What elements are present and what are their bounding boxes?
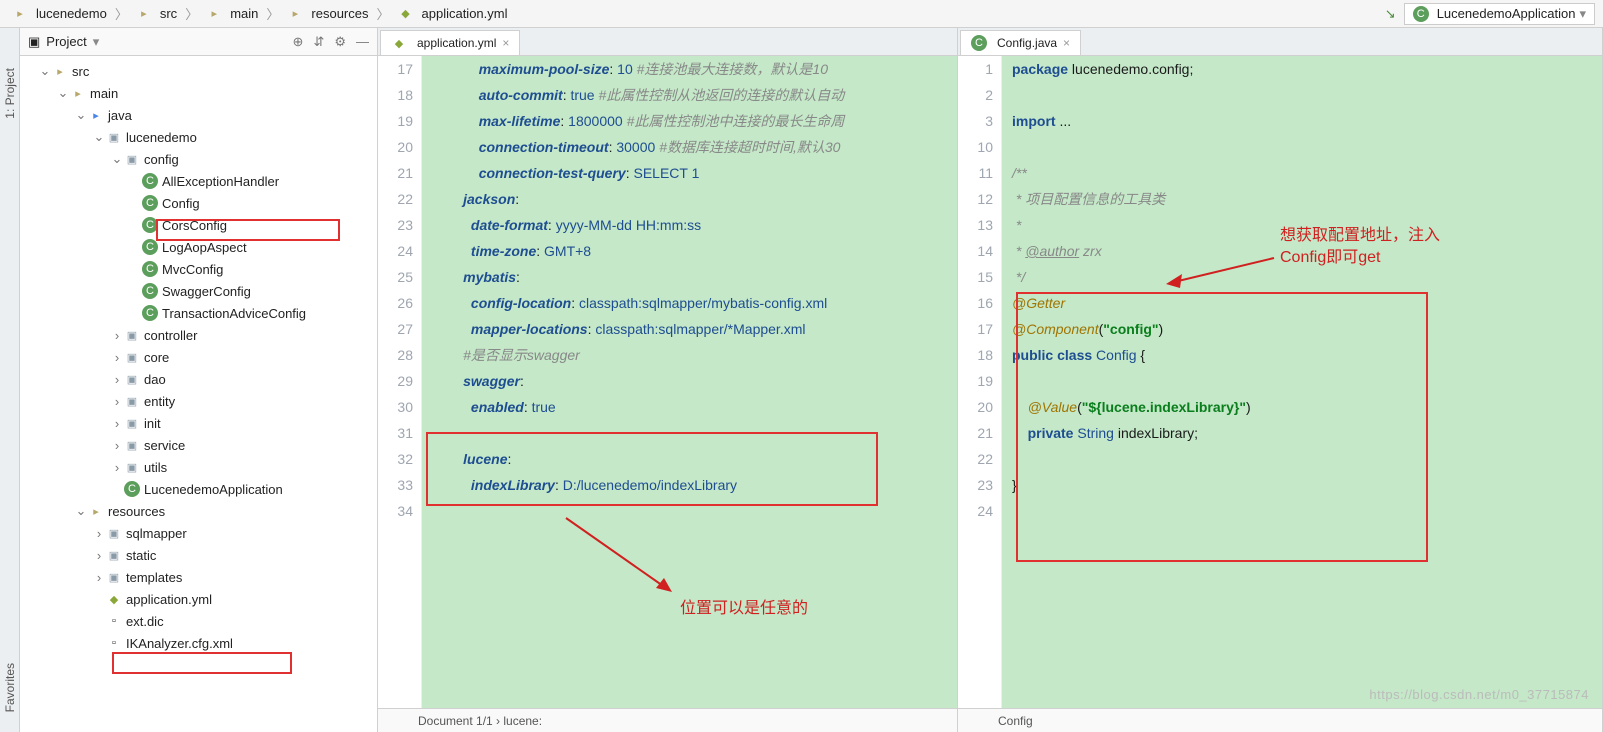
- breadcrumb-item[interactable]: ▸resources: [283, 4, 372, 24]
- tree-item[interactable]: ⌄▸main: [20, 82, 377, 104]
- tree-item[interactable]: ⌄▸src: [20, 60, 377, 82]
- tree-item[interactable]: ›▣entity: [20, 390, 377, 412]
- tree-item[interactable]: ⌄▣config: [20, 148, 377, 170]
- tab-application-yml[interactable]: ◆ application.yml ×: [380, 30, 520, 55]
- yml-code-area[interactable]: 171819202122232425262728293031323334 max…: [378, 56, 957, 708]
- chevron-down-icon[interactable]: ▾: [93, 34, 100, 50]
- tab-config-java[interactable]: C Config.java ×: [960, 30, 1081, 55]
- java-gutter: 123101112131415161718192021222324: [958, 56, 1002, 708]
- tree-item[interactable]: ›▣utils: [20, 456, 377, 478]
- tree-item[interactable]: CSwaggerConfig: [20, 280, 377, 302]
- tree-item[interactable]: ›▣init: [20, 412, 377, 434]
- tree-item[interactable]: ▫ext.dic: [20, 610, 377, 632]
- tree-item[interactable]: ⌄▣lucenedemo: [20, 126, 377, 148]
- tree-item[interactable]: ›▣static: [20, 544, 377, 566]
- watermark: https://blog.csdn.net/m0_37715874: [1369, 687, 1589, 702]
- project-icon: ▣: [28, 34, 40, 50]
- breadcrumb-item[interactable]: ▸main: [202, 4, 262, 24]
- yml-icon: ◆: [391, 35, 407, 51]
- class-icon: C: [971, 35, 987, 51]
- tree-item[interactable]: ⌄▸java: [20, 104, 377, 126]
- project-tool-tab[interactable]: 1: Project: [3, 68, 17, 119]
- yml-gutter: 171819202122232425262728293031323334: [378, 56, 422, 708]
- breadcrumb-bar: ▸lucenedemo〉▸src〉▸main〉▸resources〉◆appli…: [0, 0, 1603, 28]
- close-icon[interactable]: ×: [502, 36, 509, 50]
- build-icon[interactable]: ↘: [1385, 6, 1396, 22]
- breadcrumb-item[interactable]: ▸lucenedemo: [8, 4, 111, 24]
- collapse-icon[interactable]: ⊕: [293, 34, 304, 50]
- run-icon: C: [1413, 6, 1429, 22]
- annotation-2: 想获取配置地址，注入Config即可get: [1280, 225, 1440, 269]
- java-code-area[interactable]: 123101112131415161718192021222324 packag…: [958, 56, 1602, 708]
- run-config-name: LucenedemoApplication: [1437, 6, 1576, 21]
- breadcrumb: ▸lucenedemo〉▸src〉▸main〉▸resources〉◆appli…: [8, 4, 1385, 24]
- tree-item[interactable]: ›▣sqlmapper: [20, 522, 377, 544]
- project-panel: ▣ Project ▾ ⊕ ⇵ ⚙ — ⌄▸src⌄▸main⌄▸java⌄▣l…: [20, 28, 378, 732]
- project-header: ▣ Project ▾ ⊕ ⇵ ⚙ —: [20, 28, 377, 56]
- yml-status: Document 1/1 › lucene:: [418, 714, 542, 728]
- tree-item[interactable]: ›▣dao: [20, 368, 377, 390]
- tree-item[interactable]: ›▣core: [20, 346, 377, 368]
- left-tool-strip: 1: Project Favorites: [0, 28, 20, 732]
- tree-item[interactable]: CConfig: [20, 192, 377, 214]
- tree-item[interactable]: CTransactionAdviceConfig: [20, 302, 377, 324]
- hide-icon[interactable]: —: [356, 34, 369, 50]
- expand-icon[interactable]: ⇵: [313, 34, 324, 50]
- editor-java: C Config.java × 123101112131415161718192…: [958, 28, 1603, 732]
- settings-icon[interactable]: ⚙: [334, 34, 346, 50]
- breadcrumb-item[interactable]: ▸src: [132, 4, 181, 24]
- tree-item[interactable]: ⌄▸resources: [20, 500, 377, 522]
- tree-item[interactable]: ›▣controller: [20, 324, 377, 346]
- project-title: Project: [46, 34, 86, 49]
- tree-item[interactable]: CLucenedemoApplication: [20, 478, 377, 500]
- tree-item[interactable]: ◆application.yml: [20, 588, 377, 610]
- breadcrumb-item[interactable]: ◆application.yml: [394, 4, 512, 24]
- tree-item[interactable]: CCorsConfig: [20, 214, 377, 236]
- run-config-selector[interactable]: C LucenedemoApplication ▾: [1404, 3, 1595, 25]
- annotation-1: 位置可以是任意的: [680, 594, 808, 618]
- tree-item[interactable]: CAllExceptionHandler: [20, 170, 377, 192]
- java-code[interactable]: package lucenedemo.config; import ... /*…: [1002, 56, 1602, 708]
- arrow-1: [556, 508, 676, 598]
- java-status: Config: [998, 714, 1033, 728]
- arrow-2: [1164, 252, 1284, 292]
- tree-item[interactable]: ▫IKAnalyzer.cfg.xml: [20, 632, 377, 654]
- favorites-tool-tab[interactable]: Favorites: [3, 663, 17, 712]
- close-icon[interactable]: ×: [1063, 36, 1070, 50]
- editor-yml: ◆ application.yml × 17181920212223242526…: [378, 28, 958, 732]
- tree-item[interactable]: CLogAopAspect: [20, 236, 377, 258]
- tree-item[interactable]: ›▣service: [20, 434, 377, 456]
- chevron-down-icon: ▾: [1579, 6, 1586, 22]
- tree-item[interactable]: CMvcConfig: [20, 258, 377, 280]
- tree-item[interactable]: ›▣templates: [20, 566, 377, 588]
- project-tree[interactable]: ⌄▸src⌄▸main⌄▸java⌄▣lucenedemo⌄▣configCAl…: [20, 56, 377, 732]
